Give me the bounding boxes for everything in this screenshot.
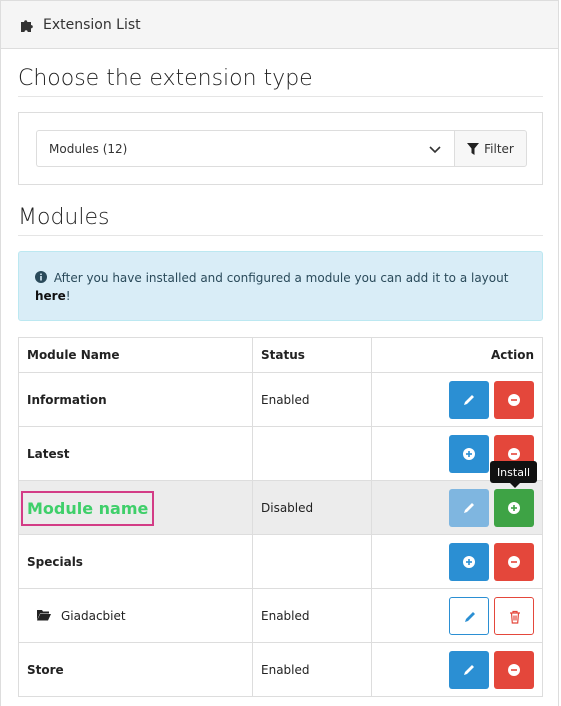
module-status: Enabled (252, 642, 372, 697)
table-row: Latest (18, 426, 543, 481)
install-button[interactable] (494, 488, 534, 527)
edit-button[interactable] (449, 380, 490, 419)
table-row: Information Enabled (18, 372, 543, 427)
uninstall-button[interactable] (494, 542, 534, 581)
module-name-annotation: Module name (21, 491, 154, 526)
edit-button[interactable] (449, 596, 490, 635)
module-name: Information (18, 372, 253, 427)
filter-icon (467, 142, 480, 155)
choose-heading: Choose the extension type (18, 66, 313, 91)
select-value: Modules (12) (49, 141, 128, 156)
install-button[interactable] (449, 434, 490, 473)
module-status (252, 534, 372, 589)
module-name: Store (18, 642, 253, 697)
uninstall-button[interactable] (494, 650, 534, 689)
edit-button[interactable] (449, 488, 490, 527)
plus-circle-icon (508, 501, 520, 514)
pencil-icon (464, 502, 475, 513)
column-header-status: Status (252, 337, 372, 373)
pencil-icon (464, 664, 475, 675)
module-status: Disabled (252, 480, 372, 535)
puzzle-icon (21, 19, 33, 32)
pencil-icon (465, 611, 476, 622)
module-status: Enabled (252, 372, 372, 427)
module-status (252, 426, 372, 481)
column-header-action: Action (371, 337, 543, 373)
module-name: Specials (18, 534, 253, 589)
pencil-icon (464, 394, 475, 405)
alert-text: After you have installed and configured … (53, 271, 509, 285)
module-name: Giadacbiet (61, 608, 126, 623)
module-status: Enabled (252, 588, 372, 643)
actions-cell (371, 642, 543, 697)
minus-circle-icon (508, 663, 520, 676)
layout-link[interactable]: here (35, 289, 66, 303)
module-name-cell: Giadacbiet (18, 588, 253, 643)
divider (18, 96, 543, 97)
uninstall-button[interactable] (494, 380, 534, 419)
install-tooltip: Install (490, 461, 537, 488)
table-row: Giadacbiet Enabled (18, 588, 543, 643)
plus-circle-icon (463, 447, 476, 460)
minus-circle-icon (508, 393, 520, 406)
filter-label: Filter (484, 141, 514, 156)
delete-button[interactable] (494, 596, 534, 635)
chevron-down-icon (429, 146, 441, 154)
table-header-row: Module Name Status Action (18, 337, 543, 373)
filter-well: Modules (12) Filter (18, 112, 543, 185)
modules-heading: Modules (18, 205, 110, 230)
table-row: Specials (18, 534, 543, 589)
filter-button[interactable]: Filter (454, 130, 527, 167)
actions-cell (371, 372, 543, 427)
folder-open-icon (37, 609, 51, 620)
actions-cell (371, 534, 543, 589)
trash-icon (510, 610, 520, 624)
install-button[interactable] (449, 542, 490, 581)
info-alert: After you have installed and configured … (18, 251, 543, 321)
actions-cell (371, 588, 543, 643)
table-row: Store Enabled (18, 642, 543, 697)
panel-heading: Extension List (1, 1, 558, 49)
extension-type-select[interactable]: Modules (12) (36, 130, 455, 167)
minus-circle-icon (508, 447, 520, 460)
minus-circle-icon (508, 555, 520, 568)
edit-button[interactable] (449, 650, 490, 689)
alert-end: ! (65, 289, 71, 303)
info-circle-icon (35, 271, 47, 283)
panel-title: Extension List (43, 16, 141, 33)
column-header-name: Module Name (18, 337, 253, 373)
module-name: Latest (18, 426, 253, 481)
actions-cell (371, 480, 543, 535)
divider (18, 235, 543, 236)
plus-circle-icon (463, 555, 476, 568)
